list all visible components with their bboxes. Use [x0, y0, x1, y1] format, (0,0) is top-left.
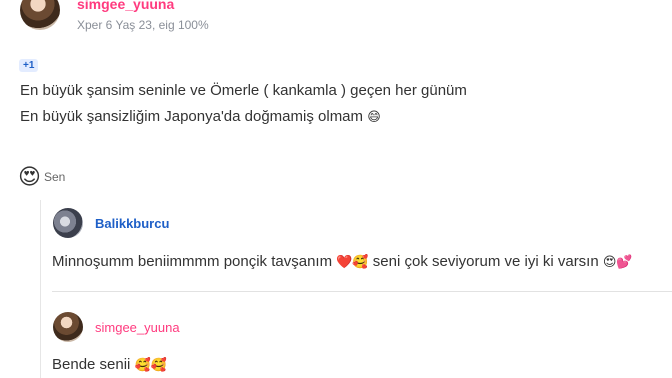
post-meta: Xper 6 Yaş 23, eig 100%: [77, 18, 209, 32]
post-line-1: En büyük şansim seninle ve Ömerle ( kank…: [20, 82, 467, 99]
reply-text-part1: Minnoşumm beniimmmm ponçik tavşanım: [52, 253, 337, 270]
grin-emoji-icon: 😄: [367, 109, 381, 124]
reply-text: Minnoşumm beniimmmm ponçik tavşanım ❤️🥰 …: [52, 253, 633, 270]
reply-text: Bende senii 🥰🥰: [52, 356, 167, 373]
heart-love-emoji-icon: ❤️🥰: [336, 254, 369, 269]
reaction-label: Sen: [43, 170, 66, 184]
heart-eyes-hearts-emoji-icon: 😍💕: [602, 254, 633, 269]
reply-text-part2: seni çok seviyorum ve iyi ki varsın: [368, 253, 603, 270]
smiling-hearts-emoji-icon: 🥰🥰: [134, 357, 167, 372]
avatar[interactable]: [53, 208, 83, 238]
reply-divider: [52, 291, 672, 292]
post-username[interactable]: simgee_yuuna: [77, 0, 174, 12]
post-line-2: En büyük şansizliğim Japonya'da doğmamiş…: [20, 108, 381, 125]
reply-text-main: Bende senii: [52, 356, 135, 373]
reply-username[interactable]: Balikkburcu: [95, 216, 169, 231]
plus-one-badge[interactable]: +1: [19, 59, 39, 72]
reaction-row[interactable]: 😍 Sen: [18, 166, 65, 188]
reply-username[interactable]: simgee_yuuna: [95, 320, 180, 335]
thread-line: [40, 200, 41, 378]
avatar[interactable]: [53, 312, 83, 342]
post-line-2-text: En büyük şansizliğim Japonya'da doğmamiş…: [20, 108, 364, 125]
avatar[interactable]: [20, 0, 60, 30]
heart-eyes-emoji-icon: 😍: [18, 164, 41, 189]
